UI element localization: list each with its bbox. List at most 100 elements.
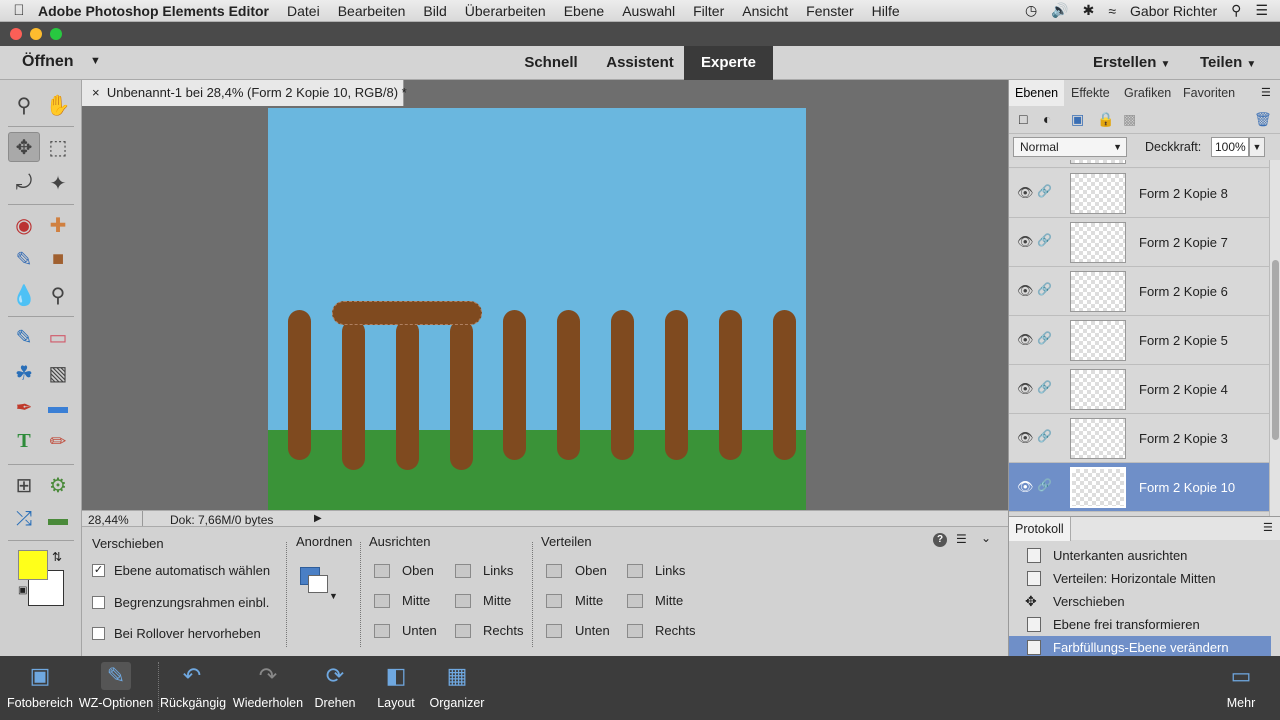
options-menu-icon[interactable]: ☰: [956, 532, 967, 546]
fence-post[interactable]: [396, 320, 419, 470]
link-icon[interactable]: 🔗: [1037, 331, 1052, 345]
fence-post[interactable]: [503, 310, 526, 460]
more-button[interactable]: ▭ Mehr: [1218, 662, 1264, 710]
zoom-window-button[interactable]: [50, 28, 62, 40]
distribute-right-label[interactable]: Rechts: [655, 623, 695, 638]
layer-row[interactable]: 👁 🔗 Form 2 Kopie 6: [1009, 267, 1269, 316]
link-icon[interactable]: 🔗: [1037, 380, 1052, 394]
visibility-eye-icon[interactable]: 👁: [1017, 479, 1034, 495]
distribute-left-icon[interactable]: [627, 564, 643, 578]
app-name[interactable]: Adobe Photoshop Elements Editor: [38, 3, 269, 19]
menu-ebene[interactable]: Ebene: [564, 3, 604, 19]
content-aware-move-icon[interactable]: ⤮: [8, 504, 40, 534]
align-right-label[interactable]: Rechts: [483, 623, 523, 638]
tab-ebenen[interactable]: Ebenen: [1009, 80, 1065, 106]
wifi-icon[interactable]: ≈: [1108, 3, 1116, 19]
distribute-center-label[interactable]: Mitte: [655, 593, 683, 608]
spotlight-search-icon[interactable]: ⚲: [1231, 2, 1241, 19]
align-middle-label[interactable]: Mitte: [402, 593, 430, 608]
history-item-selected[interactable]: Farbfüllungs-Ebene verändern: [1009, 636, 1271, 656]
align-right-icon[interactable]: [455, 624, 471, 638]
link-icon[interactable]: 🔗: [1037, 282, 1052, 296]
gradient-tool-icon[interactable]: ▧: [42, 358, 74, 388]
link-icon[interactable]: 🔗: [1037, 478, 1052, 492]
text-tool-icon[interactable]: T: [8, 426, 40, 456]
menu-hilfe[interactable]: Hilfe: [872, 3, 900, 19]
organizer-button[interactable]: ▦ Organizer: [428, 662, 486, 710]
redo-button[interactable]: ↷ Wiederholen: [230, 662, 306, 710]
undo-button[interactable]: ↶ Rückgängig: [160, 662, 226, 710]
fence-post[interactable]: [450, 320, 473, 470]
fence-post[interactable]: [611, 310, 634, 460]
recompose-tool-icon[interactable]: ⚙: [42, 470, 74, 500]
fence-post[interactable]: [288, 310, 311, 460]
link-icon[interactable]: 🔗: [1037, 429, 1052, 443]
distribute-middle-label[interactable]: Mitte: [575, 593, 603, 608]
align-left-label[interactable]: Links: [483, 563, 513, 578]
eyedropper-icon[interactable]: ✒: [8, 392, 40, 422]
volume-icon[interactable]: 🔊: [1051, 2, 1068, 19]
visibility-eye-icon[interactable]: 👁: [1017, 381, 1034, 397]
straighten-tool-icon[interactable]: ▬: [42, 504, 74, 534]
distribute-top-icon[interactable]: [546, 564, 562, 578]
distribute-middle-icon[interactable]: [546, 594, 562, 608]
tab-protokoll[interactable]: Protokoll: [1009, 517, 1071, 541]
adjustment-layer-icon[interactable]: ◐: [1043, 111, 1051, 127]
distribute-top-label[interactable]: Oben: [575, 563, 607, 578]
fence-post[interactable]: [557, 310, 580, 460]
history-item[interactable]: Ebene frei transformieren: [1009, 613, 1271, 636]
fence-post[interactable]: [719, 310, 742, 460]
blur-tool-icon[interactable]: 💧: [8, 280, 40, 310]
panel-menu-icon[interactable]: ☰: [1261, 86, 1271, 99]
image-canvas[interactable]: [268, 108, 806, 510]
auto-select-layer-checkbox[interactable]: ✓: [92, 564, 105, 577]
visibility-eye-icon[interactable]: 👁: [1017, 234, 1034, 250]
blend-mode-select[interactable]: Normal ▼: [1013, 137, 1127, 157]
tab-effekte[interactable]: Effekte: [1065, 80, 1116, 106]
open-dropdown-icon[interactable]: ▼: [90, 55, 101, 67]
menu-auswahl[interactable]: Auswahl: [622, 3, 675, 19]
minimize-window-button[interactable]: [30, 28, 42, 40]
notification-list-icon[interactable]: ☰: [1255, 2, 1268, 19]
layer-row[interactable]: 👁 🔗 Form 2 Kopie 5: [1009, 316, 1269, 365]
lock-transparency-icon[interactable]: ▩: [1123, 111, 1136, 128]
swap-colors-icon[interactable]: ⇅: [52, 550, 62, 564]
history-item[interactable]: Unterkanten ausrichten: [1009, 544, 1271, 567]
create-menu-button[interactable]: Erstellen ▼: [1093, 54, 1170, 71]
opacity-dropdown-icon[interactable]: ▼: [1249, 137, 1265, 157]
align-bottom-label[interactable]: Unten: [402, 623, 437, 638]
layer-row[interactable]: 👁 🔗 Form 2 Kopie 4: [1009, 365, 1269, 414]
menu-bearbeiten[interactable]: Bearbeiten: [338, 3, 406, 19]
visibility-eye-icon[interactable]: 👁: [1017, 430, 1034, 446]
zoom-tool-icon[interactable]: ⚲: [8, 90, 40, 120]
status-menu-arrow-icon[interactable]: ▶: [314, 511, 322, 527]
rotate-button[interactable]: ⟳ Drehen: [308, 662, 362, 710]
menu-datei[interactable]: Datei: [287, 3, 320, 19]
lock-icon[interactable]: 🔒: [1097, 111, 1114, 128]
new-layer-icon[interactable]: □: [1019, 111, 1027, 127]
bluetooth-icon[interactable]: ✱: [1083, 2, 1095, 19]
default-colors-icon[interactable]: ▣: [18, 585, 27, 596]
time-machine-icon[interactable]: ◷: [1025, 2, 1037, 19]
lasso-tool-icon[interactable]: ⤾: [8, 168, 40, 198]
align-center-label[interactable]: Mitte: [483, 593, 511, 608]
fence-post[interactable]: [773, 310, 796, 460]
align-center-icon[interactable]: [455, 594, 471, 608]
foreground-color-swatch[interactable]: [18, 550, 48, 580]
menu-ansicht[interactable]: Ansicht: [742, 3, 788, 19]
menu-filter[interactable]: Filter: [693, 3, 724, 19]
fence-post[interactable]: [342, 320, 365, 470]
fence-post[interactable]: [665, 310, 688, 460]
layer-mask-icon[interactable]: ▣: [1071, 111, 1084, 128]
pencil-tool-icon[interactable]: ✏: [42, 426, 74, 456]
visibility-eye-icon[interactable]: 👁: [1017, 332, 1034, 348]
layout-button[interactable]: ◧ Layout: [372, 662, 420, 710]
align-top-label[interactable]: Oben: [402, 563, 434, 578]
rollover-highlight-checkbox[interactable]: [92, 627, 105, 640]
link-icon[interactable]: 🔗: [1037, 233, 1052, 247]
collapse-options-icon[interactable]: ⌄: [981, 531, 991, 545]
document-tab[interactable]: × Unbenannt-1 bei 28,4% (Form 2 Kopie 10…: [82, 80, 407, 106]
help-icon[interactable]: ?: [933, 533, 947, 547]
layer-row-selected[interactable]: 👁 🔗 Form 2 Kopie 10: [1009, 463, 1269, 512]
share-menu-button[interactable]: Teilen ▼: [1200, 54, 1256, 71]
